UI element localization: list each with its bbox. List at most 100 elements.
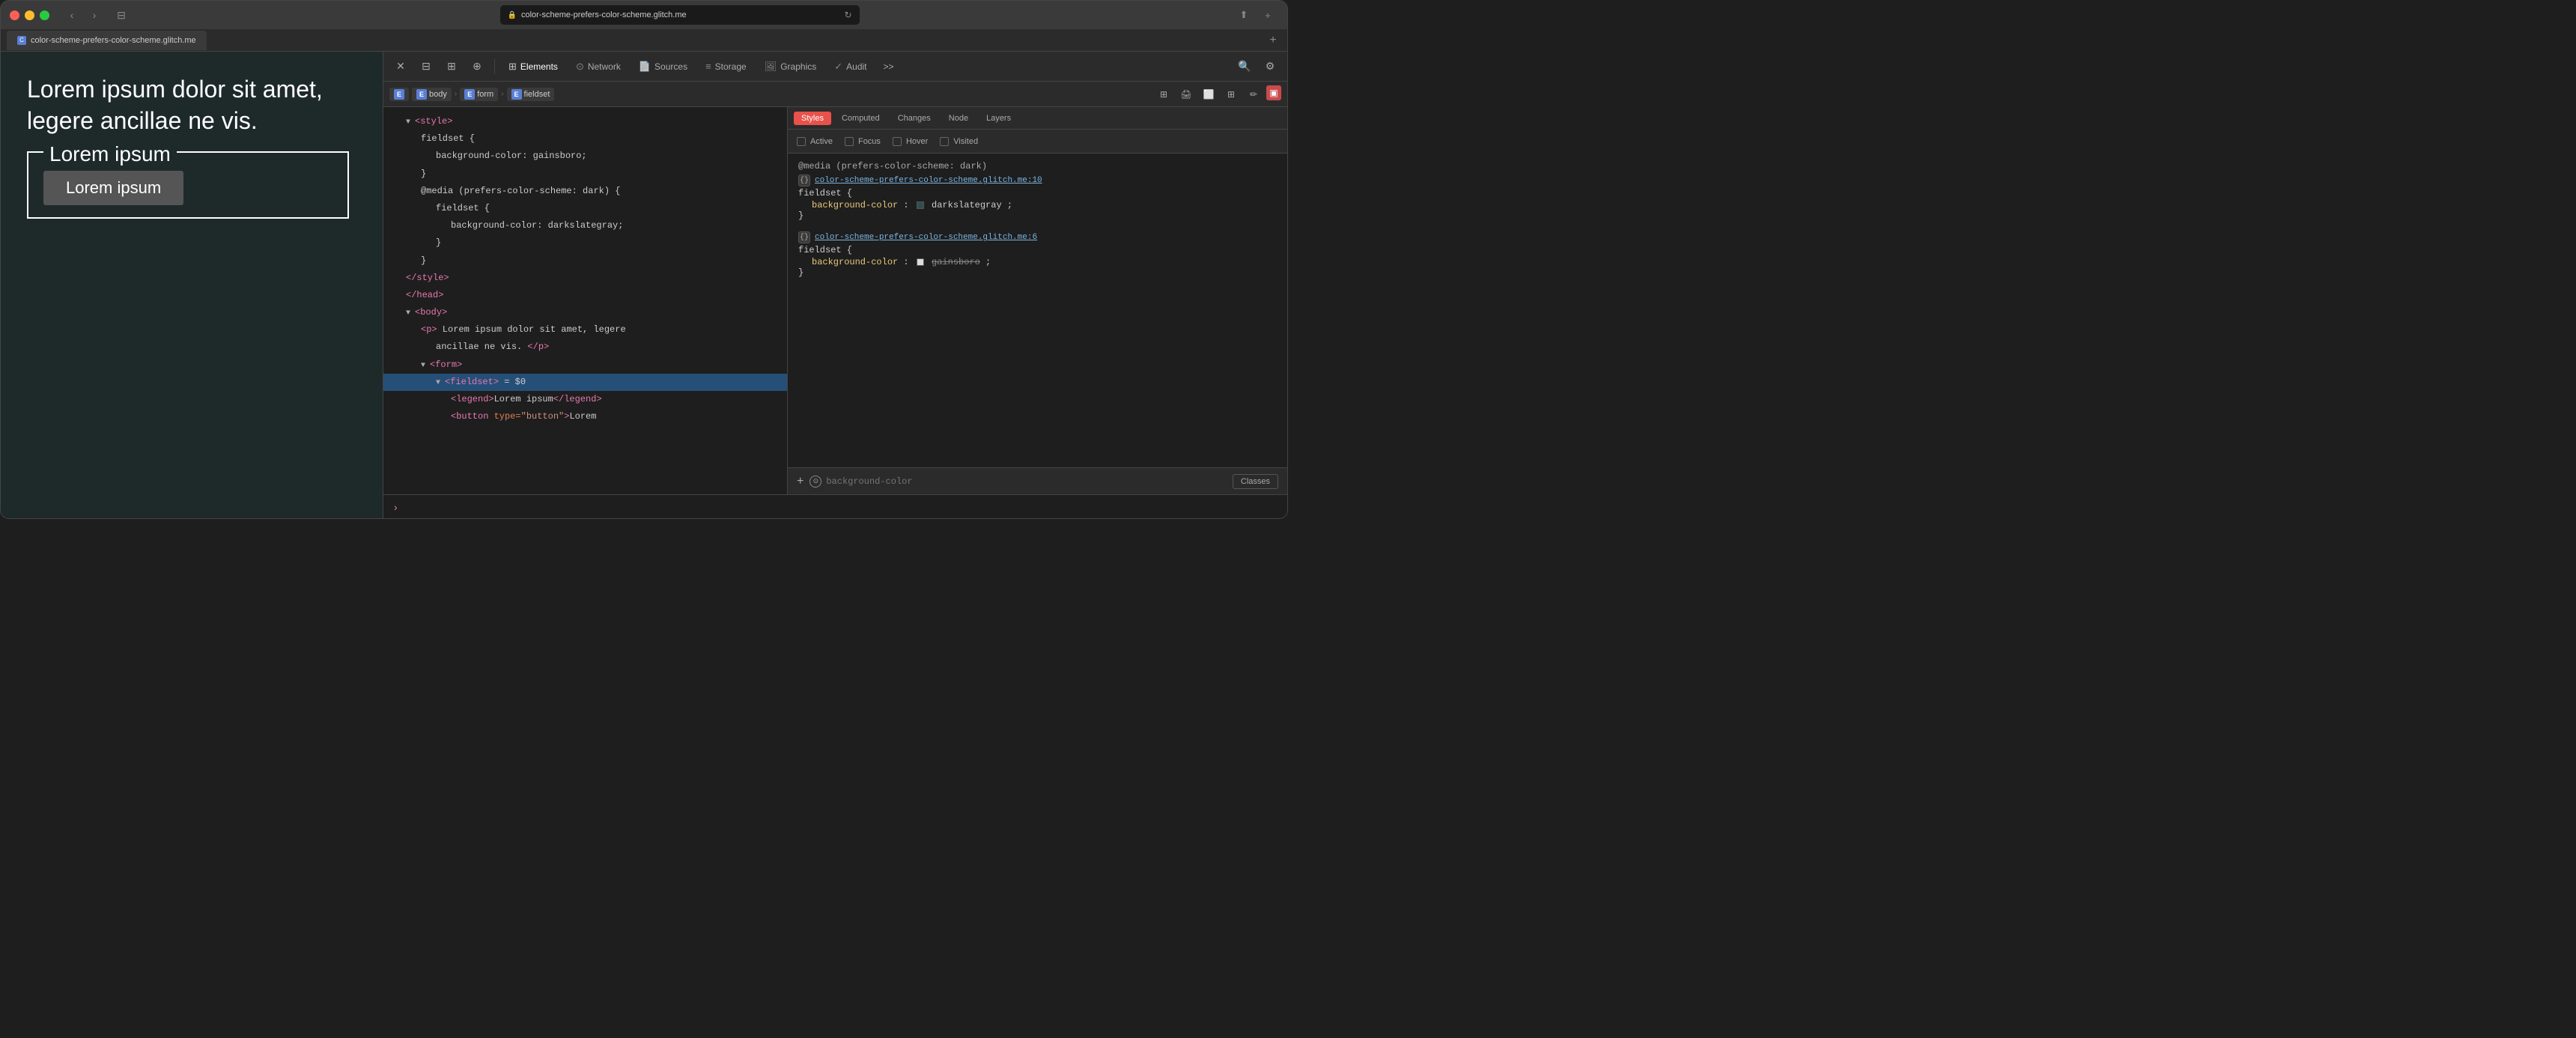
dock-side-button[interactable]: ⊞ [440, 55, 463, 78]
css-value-1: darkslategray [932, 200, 1002, 210]
lock-icon: 🔒 [508, 11, 517, 19]
html-line-button: <button type="button">Lorem [383, 408, 787, 425]
tab-layers[interactable]: Layers [979, 112, 1018, 125]
breadcrumb-fieldset[interactable]: E fieldset [507, 88, 555, 101]
tab-elements[interactable]: ⊞ Elements [501, 58, 565, 76]
toggle-active[interactable]: Active [797, 137, 833, 146]
fieldset-legend: Lorem ipsum [43, 142, 177, 166]
storage-icon: ≡ [705, 61, 711, 72]
tab-computed[interactable]: Computed [834, 112, 887, 125]
network-icon: ⊙ [576, 61, 584, 73]
minimize-button[interactable] [25, 10, 34, 20]
print-button[interactable]: 🖨 [1176, 85, 1196, 103]
triangle-icon: ▼ [406, 118, 415, 127]
back-button[interactable]: ‹ [61, 7, 82, 23]
maximize-button[interactable] [40, 10, 49, 20]
add-style-button[interactable]: + [797, 475, 804, 488]
elements-panel[interactable]: ▼ <style> fieldset { background-color: g… [383, 107, 788, 494]
devtools-content: ▼ <style> fieldset { background-color: g… [383, 107, 1287, 494]
state-toggles: Active Focus Hover Visited [788, 130, 1287, 154]
page-preview: Lorem ipsum dolor sit amet, legere ancil… [1, 52, 383, 518]
html-line-style-close: </style> [383, 270, 787, 287]
settings-button[interactable]: ⚙ [1259, 55, 1281, 78]
breadcrumb-form[interactable]: E form [460, 88, 498, 101]
new-tab-button-strip[interactable]: + [1265, 32, 1281, 49]
html-line-fieldset-rule2: fieldset { [383, 200, 787, 217]
tab-node[interactable]: Node [941, 112, 976, 125]
rule-source-2: {} color-scheme-prefers-color-scheme.gli… [798, 231, 1277, 243]
share-button[interactable]: ⬆ [1233, 7, 1254, 23]
new-tab-button[interactable]: + [1257, 7, 1278, 23]
bc-tools: ⊞ 🖨 ⬜ ⊞ ✏ ▣ [1154, 85, 1281, 103]
checkbox-active [797, 137, 806, 146]
breadcrumb-e-badge-item: E [389, 88, 409, 101]
tab-graphics[interactable]: 🖼 Graphics [757, 58, 824, 76]
address-bar[interactable]: 🔒 color-scheme-prefers-color-scheme.glit… [500, 5, 860, 25]
more-tabs-button[interactable]: >> [878, 58, 900, 75]
e-badge-fieldset: E [511, 89, 522, 100]
html-line-close2: } [383, 234, 787, 252]
breadcrumb-body[interactable]: E body [412, 88, 452, 101]
edit-button[interactable]: ✏ [1244, 85, 1263, 103]
console-bar: › [383, 494, 1287, 518]
tab-sources[interactable]: 📄 Sources [631, 58, 695, 76]
nav-buttons: ‹ › [61, 7, 105, 23]
e-badge: E [394, 89, 404, 100]
forward-button[interactable]: › [84, 7, 105, 23]
tab-view-button[interactable]: ⊟ [111, 7, 132, 23]
tab-network[interactable]: ⊙ Network [568, 58, 628, 76]
html-line-body-open: ▼ <body> [383, 304, 787, 321]
search-button[interactable]: 🔍 [1233, 55, 1256, 78]
breadcrumb-sep-2: › [501, 90, 503, 98]
e-badge-body: E [416, 89, 427, 100]
close-button[interactable] [10, 10, 19, 20]
css-prop-name-1: background-color [812, 200, 898, 210]
classes-button[interactable]: Classes [1233, 474, 1278, 489]
css-value-2: gainsboro [932, 257, 980, 267]
tab-styles[interactable]: Styles [794, 112, 831, 125]
html-line-fieldset-selected[interactable]: ▼ <fieldset> = $0 [383, 374, 787, 391]
url-text: color-scheme-prefers-color-scheme.glitch… [521, 10, 687, 19]
css-semi-2: ; [985, 257, 991, 267]
rule-link-1[interactable]: color-scheme-prefers-color-scheme.glitch… [815, 176, 1042, 185]
css-prop-line-2: background-color : gainsboro ; [798, 257, 1277, 267]
media-query-label: @media (prefers-color-scheme: dark) [798, 161, 1277, 172]
rule-icon-1: {} [798, 174, 810, 186]
toggle-hover[interactable]: Hover [893, 137, 928, 146]
toggle-focus[interactable]: Focus [845, 137, 881, 146]
audit-icon: ✓ [834, 61, 842, 73]
toggle-visited[interactable]: Visited [940, 137, 978, 146]
breadcrumb-bar: E E body › E form › E fieldset ⊞ [383, 82, 1287, 107]
css-close-brace-2: } [798, 267, 1277, 278]
tab-storage[interactable]: ≡ Storage [698, 58, 754, 75]
filter-icon: ⊙ [809, 476, 821, 488]
refresh-icon[interactable]: ↻ [844, 10, 851, 20]
tab-audit[interactable]: ✓ Audit [827, 58, 874, 76]
css-colon-1: : [903, 200, 908, 210]
breadcrumb-sep-1: › [455, 90, 457, 98]
title-bar: ‹ › ⊟ 🔒 color-scheme-prefers-color-schem… [1, 1, 1287, 29]
console-input[interactable] [404, 502, 1277, 512]
layout-grid-button[interactable]: ⊞ [1154, 85, 1173, 103]
elements-icon: ⊞ [508, 61, 517, 73]
highlight-button[interactable]: ▣ [1266, 85, 1281, 100]
checkbox-focus [845, 137, 854, 146]
html-line-head-close: </head> [383, 287, 787, 304]
tab-changes[interactable]: Changes [890, 112, 938, 125]
lorem-button[interactable]: Lorem ipsum [43, 171, 183, 205]
filter-input[interactable] [826, 476, 1227, 487]
css-close-brace-1: } [798, 210, 1277, 221]
layout-columns-button[interactable]: ⊞ [1221, 85, 1241, 103]
css-rules: @media (prefers-color-scheme: dark) {} c… [788, 154, 1287, 467]
css-semi-1: ; [1007, 200, 1012, 210]
devtools-toolbar: ✕ ⊟ ⊞ ⊕ ⊞ Elements ⊙ Network 📄 Sources [383, 52, 1287, 82]
main-area: Lorem ipsum dolor sit amet, legere ancil… [1, 52, 1287, 518]
dock-bottom-button[interactable]: ⊟ [415, 55, 437, 78]
html-line-close1: } [383, 166, 787, 183]
pick-element-button[interactable]: ⊕ [466, 55, 488, 78]
screenshot-button[interactable]: ⬜ [1199, 85, 1218, 103]
close-devtools-button[interactable]: ✕ [389, 55, 412, 78]
address-bar-container: 🔒 color-scheme-prefers-color-scheme.glit… [138, 5, 1221, 25]
browser-tab[interactable]: C color-scheme-prefers-color-scheme.glit… [7, 31, 207, 50]
rule-link-2[interactable]: color-scheme-prefers-color-scheme.glitch… [815, 233, 1037, 242]
